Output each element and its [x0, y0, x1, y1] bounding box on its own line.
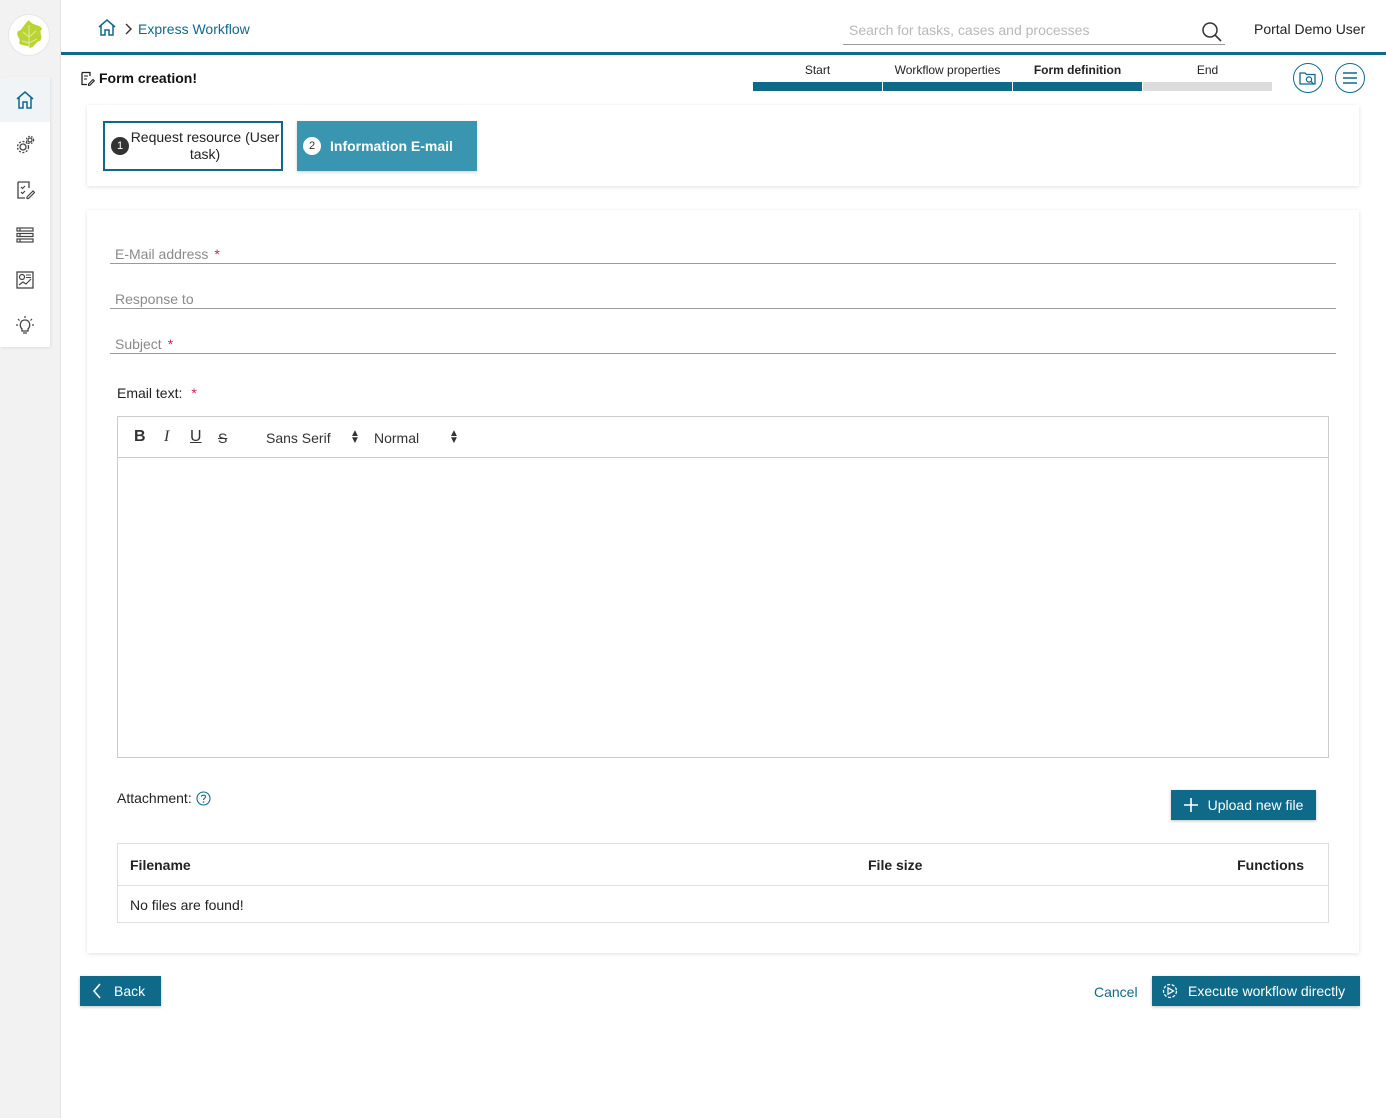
bold-button[interactable]: B [134, 428, 146, 446]
wizard-step-bar [1013, 82, 1142, 91]
execute-button-label: Execute workflow directly [1188, 983, 1346, 999]
sidebar-item-home[interactable] [0, 77, 50, 122]
upload-new-file-button[interactable]: Upload new file [1171, 790, 1316, 820]
email-address-field[interactable]: E-Mail address * [110, 234, 1336, 264]
required-marker: * [167, 336, 174, 352]
global-search [843, 16, 1225, 45]
breadcrumb-express-workflow[interactable]: Express Workflow [138, 21, 250, 37]
strikethrough-button[interactable]: S [218, 430, 227, 446]
attachment-label-text: Attachment: [117, 790, 192, 806]
editor-toolbar: B I U S Sans Serif ▲ ▼ Normal ▲ ▼ [118, 417, 1328, 458]
font-family-select[interactable]: Sans Serif [266, 430, 331, 446]
lightbulb-icon [16, 315, 34, 334]
sidebar-item-tasks[interactable] [0, 167, 50, 212]
search-button[interactable] [1201, 21, 1223, 48]
wizard-step-bar [883, 82, 1012, 91]
sidebar-menu [0, 77, 50, 347]
sidebar [0, 0, 61, 1118]
subject-label: Subject * [115, 336, 173, 352]
top-header: Express Workflow Portal Demo User [61, 0, 1386, 55]
email-address-label-text: E-Mail address [115, 246, 209, 262]
form-edit-icon [81, 71, 95, 86]
breadcrumb-separator [124, 22, 132, 40]
email-text-editor: B I U S Sans Serif ▲ ▼ Normal ▲ ▼ [117, 416, 1329, 758]
sidebar-item-statistics[interactable] [0, 257, 50, 302]
subject-label-text: Subject [115, 336, 162, 352]
task-number-badge: 1 [111, 137, 129, 155]
empty-message: No files are found! [130, 897, 244, 913]
task-selector: 1 Request resource (User task) 2 Informa… [87, 105, 1359, 186]
plus-icon [1183, 798, 1198, 812]
back-button-label: Back [114, 983, 146, 999]
wizard-step-end: End [1143, 62, 1272, 92]
email-text-label-text: Email text: [117, 385, 183, 401]
task-request-resource[interactable]: 1 Request resource (User task) [103, 121, 283, 171]
table-header: Filename File size Functions [118, 844, 1328, 886]
wizard-step-bar [1143, 82, 1272, 91]
response-to-label: Response to [115, 291, 194, 307]
email-address-label: E-Mail address * [115, 246, 220, 262]
sidebar-item-processes[interactable] [0, 122, 50, 167]
sidebar-item-cases[interactable] [0, 212, 50, 257]
leaf-logo-icon [17, 20, 42, 48]
column-filename: Filename [130, 857, 191, 873]
page-title: Form creation! [80, 70, 197, 86]
wizard-step-label: Start [804, 63, 831, 77]
wizard-step-label: Form definition [1033, 63, 1122, 77]
folder-search-icon [1299, 72, 1316, 85]
attachments-table: Filename File size Functions No files ar… [117, 843, 1329, 923]
sidebar-item-processes-ideas[interactable] [0, 302, 50, 347]
task-number-badge: 2 [303, 137, 321, 155]
cancel-link[interactable]: Cancel [1094, 984, 1138, 1000]
list-icon [16, 226, 34, 243]
task-label: Information E-mail [330, 137, 453, 154]
statistics-icon [16, 270, 34, 289]
task-label: Request resource (User task) [130, 129, 280, 162]
table-row: No files are found! [118, 886, 1328, 923]
home-icon [98, 19, 116, 36]
underline-button[interactable]: U [190, 428, 202, 446]
wizard-step-bar [753, 82, 882, 91]
upload-button-label: Upload new file [1207, 797, 1304, 813]
task-edit-icon [17, 180, 35, 199]
search-input[interactable] [843, 16, 1183, 44]
help-icon[interactable] [196, 790, 211, 806]
user-menu[interactable]: Portal Demo User [1254, 21, 1365, 37]
gear-play-icon [1162, 983, 1178, 999]
required-marker: * [214, 246, 220, 262]
app-logo[interactable] [8, 14, 50, 56]
column-functions: Functions [1237, 857, 1304, 873]
required-marker: * [191, 385, 197, 401]
menu-button[interactable] [1335, 63, 1365, 93]
gears-icon [16, 135, 35, 153]
back-button[interactable]: Back [80, 976, 161, 1006]
response-to-field[interactable]: Response to [110, 279, 1336, 309]
font-size-select[interactable]: Normal [374, 430, 419, 446]
editor-content-area[interactable] [118, 458, 1328, 757]
size-select-arrows-icon: ▲ ▼ [449, 428, 459, 446]
page-title-text: Form creation! [99, 70, 198, 86]
wizard-step-workflow-properties: Workflow properties [883, 62, 1012, 92]
task-information-email[interactable]: 2 Information E-mail [297, 121, 477, 171]
wizard-step-label: End [1196, 63, 1219, 77]
subject-field[interactable]: Subject * [110, 324, 1336, 354]
column-file-size: File size [868, 857, 923, 873]
wizard-steps: Start Workflow properties Form definitio… [753, 62, 1273, 92]
wizard-step-label: Workflow properties [894, 63, 1001, 77]
wizard-step-form-definition: Form definition [1013, 62, 1142, 92]
email-form: E-Mail address * Response to Subject * Ema… [87, 210, 1359, 953]
execute-workflow-button[interactable]: Execute workflow directly [1152, 976, 1360, 1006]
chevron-left-icon [92, 983, 101, 999]
italic-button[interactable]: I [164, 428, 169, 446]
email-text-label: Email text: * [117, 385, 197, 401]
chevron-right-icon [125, 23, 132, 35]
search-icon [1202, 22, 1222, 42]
breadcrumb-home[interactable] [98, 19, 116, 41]
case-details-button[interactable] [1293, 63, 1323, 93]
hamburger-menu-icon [1343, 72, 1357, 84]
wizard-step-start: Start [753, 62, 882, 92]
attachment-label: Attachment: [117, 790, 211, 806]
font-select-arrows-icon: ▲ ▼ [350, 428, 360, 446]
home-icon [16, 90, 34, 109]
